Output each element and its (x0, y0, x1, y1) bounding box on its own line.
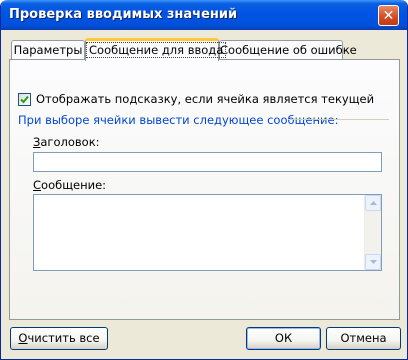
tab-input-message-label: Сообщение для ввода (86, 42, 227, 58)
window-title: Проверка вводимых значений (9, 7, 238, 22)
tab-error-alert-label: Сообщение об ошибке (220, 43, 357, 57)
show-tooltip-label[interactable]: Отображать подсказку, если ячейка являет… (36, 92, 374, 106)
tab-settings[interactable]: Параметры (11, 40, 85, 60)
group-separator (288, 119, 389, 120)
message-textarea[interactable] (33, 194, 382, 271)
cancel-button[interactable]: Отмена (326, 327, 401, 350)
clear-all-button[interactable]: Очистить все (10, 327, 108, 350)
ok-button[interactable]: ОК (246, 327, 321, 350)
tab-error-alert[interactable]: Сообщение об ошибке (219, 40, 357, 60)
close-icon: ✕ (382, 7, 395, 24)
message-label: Сообщение: (33, 178, 107, 192)
title-label: Заголовок: (33, 135, 100, 149)
scroll-up-button[interactable] (365, 195, 381, 211)
show-tooltip-checkbox[interactable] (18, 93, 31, 106)
data-validation-dialog: Проверка вводимых значений ✕ Параметры С… (0, 0, 408, 360)
tab-settings-label: Параметры (13, 43, 83, 57)
title-input[interactable] (33, 152, 382, 172)
tab-input-message[interactable]: Сообщение для ввода (85, 38, 227, 61)
message-scrollbar[interactable] (364, 195, 381, 270)
group-label: При выборе ячейки вывести следующее сооб… (18, 113, 339, 127)
close-button[interactable]: ✕ (378, 5, 399, 26)
chevron-down-icon (369, 260, 377, 264)
chevron-up-icon (369, 201, 377, 205)
scroll-down-button[interactable] (365, 254, 381, 270)
check-icon (20, 95, 29, 104)
title-bar[interactable]: Проверка вводимых значений ✕ (1, 0, 407, 30)
